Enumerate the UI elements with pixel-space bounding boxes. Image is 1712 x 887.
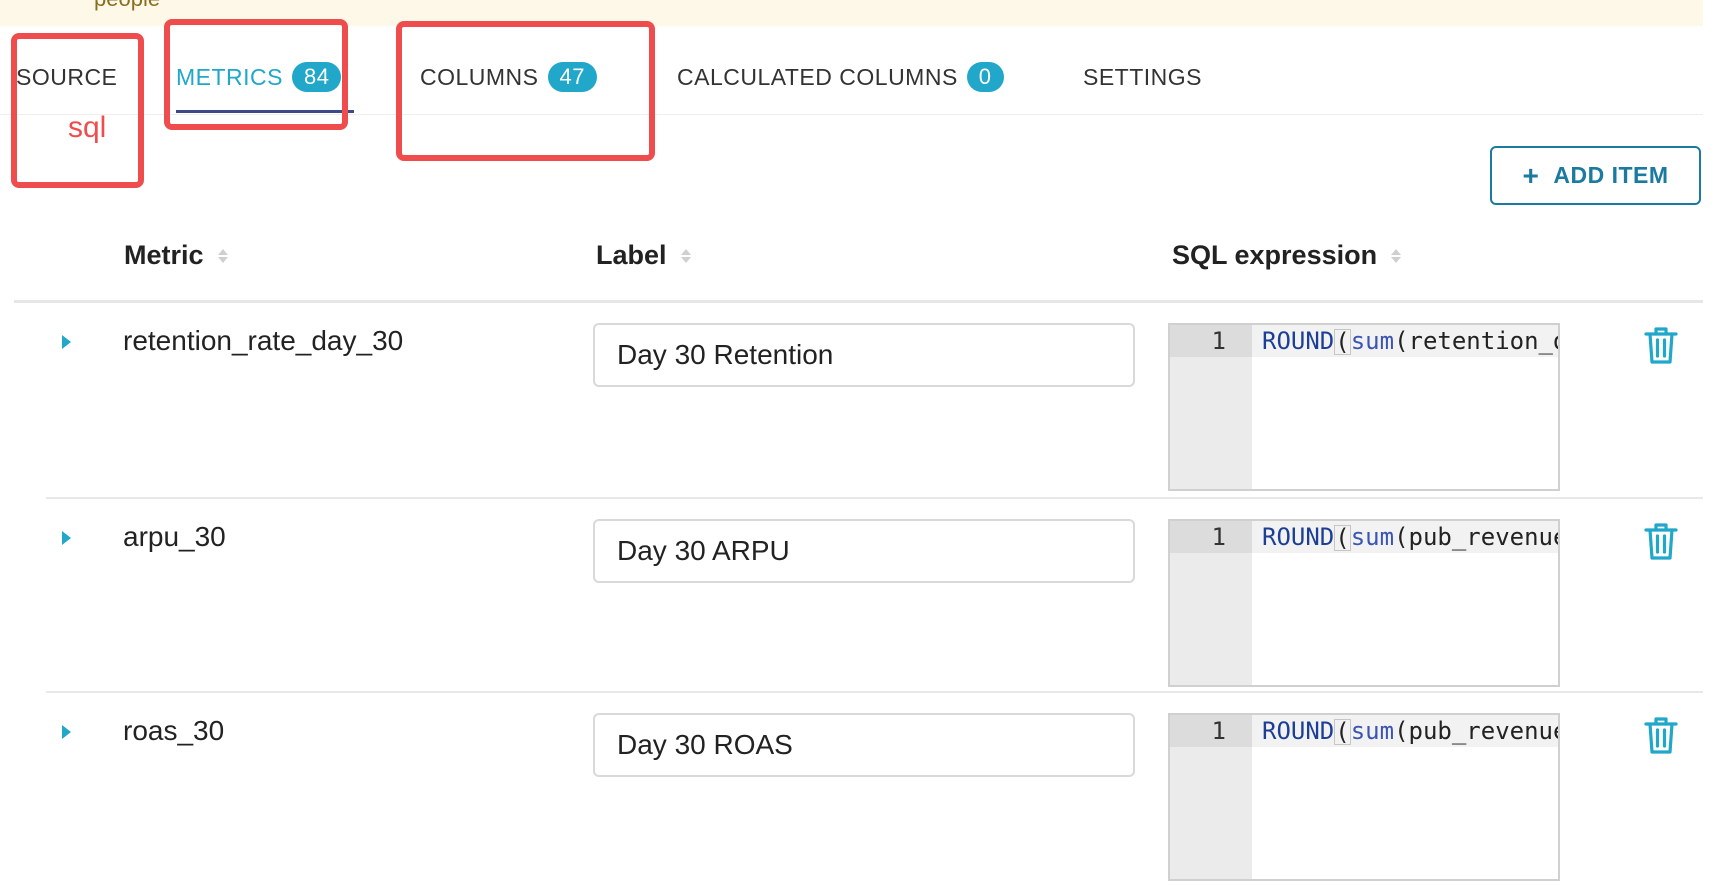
column-header-sql-expression-label: SQL expression bbox=[1172, 240, 1378, 270]
column-header-metric-label: Metric bbox=[124, 240, 204, 270]
metric-name: roas_30 bbox=[123, 715, 225, 746]
code-line: ROUND(sum(pub_revenue bbox=[1262, 715, 1560, 747]
line-number: 1 bbox=[1170, 325, 1252, 357]
annotation-box-metrics bbox=[164, 19, 348, 130]
line-number: 1 bbox=[1170, 715, 1252, 747]
sql-expression-editor[interactable]: 1 ROUND(sum(pub_revenue bbox=[1168, 713, 1560, 881]
annotation-source-note: sql bbox=[68, 111, 107, 144]
trash-icon[interactable] bbox=[1644, 715, 1678, 755]
column-header-sql-expression[interactable]: SQL expression bbox=[1172, 240, 1402, 271]
code-function: sum bbox=[1350, 717, 1395, 745]
column-header-label-label: Label bbox=[596, 240, 667, 270]
annotation-box-columns bbox=[396, 21, 655, 161]
code-rest: (pub_revenue bbox=[1394, 523, 1560, 551]
metric-label-input[interactable] bbox=[593, 519, 1135, 583]
tab-calculated-columns-count-badge: 0 bbox=[966, 62, 1004, 92]
table-row: roas_30 1 ROUND(sum(pub_revenue bbox=[46, 691, 1703, 887]
sql-expression-editor[interactable]: 1 ROUND(sum(pub_revenue bbox=[1168, 519, 1560, 687]
metric-label-input[interactable] bbox=[593, 323, 1135, 387]
metric-label-input[interactable] bbox=[593, 713, 1135, 777]
sort-icon[interactable] bbox=[1391, 248, 1402, 263]
code-keyword: ROUND bbox=[1262, 327, 1335, 355]
add-item-button[interactable]: + ADD ITEM bbox=[1490, 146, 1701, 205]
caret-right-icon[interactable] bbox=[62, 531, 71, 545]
column-header-label[interactable]: Label bbox=[596, 240, 691, 271]
warning-banner-text: people bbox=[94, 0, 160, 12]
caret-right-icon[interactable] bbox=[62, 335, 71, 349]
metric-name: arpu_30 bbox=[123, 521, 226, 552]
code-keyword: ROUND bbox=[1262, 717, 1335, 745]
table-row: retention_rate_day_30 1 ROUND(sum(retent… bbox=[46, 303, 1703, 497]
column-header-metric[interactable]: Metric bbox=[124, 240, 228, 271]
sql-expression-editor[interactable]: 1 ROUND(sum(retention_d bbox=[1168, 323, 1560, 491]
trash-icon[interactable] bbox=[1644, 521, 1678, 561]
tab-settings[interactable]: SETTINGS bbox=[1083, 40, 1202, 114]
code-keyword: ROUND bbox=[1262, 523, 1335, 551]
code-function: sum bbox=[1350, 327, 1395, 355]
tab-settings-label: SETTINGS bbox=[1083, 63, 1203, 90]
code-line: ROUND(sum(pub_revenue bbox=[1262, 521, 1560, 553]
trash-icon[interactable] bbox=[1644, 325, 1678, 365]
table-row: arpu_30 1 ROUND(sum(pub_revenue bbox=[46, 497, 1703, 693]
tab-calculated-columns-label: CALCULATED COLUMNS bbox=[677, 63, 958, 90]
caret-right-icon[interactable] bbox=[62, 725, 71, 739]
code-line: ROUND(sum(retention_d bbox=[1262, 325, 1560, 357]
add-item-label: ADD ITEM bbox=[1553, 162, 1669, 188]
sort-icon[interactable] bbox=[217, 248, 228, 263]
code-rest: (retention_d bbox=[1394, 327, 1560, 355]
plus-icon: + bbox=[1522, 159, 1540, 191]
code-rest: (pub_revenue bbox=[1394, 717, 1560, 745]
metric-name: retention_rate_day_30 bbox=[123, 325, 404, 356]
code-function: sum bbox=[1350, 523, 1395, 551]
sort-icon[interactable] bbox=[680, 248, 691, 263]
tab-calculated-columns[interactable]: CALCULATED COLUMNS 0 bbox=[677, 40, 1004, 114]
line-number: 1 bbox=[1170, 521, 1252, 553]
